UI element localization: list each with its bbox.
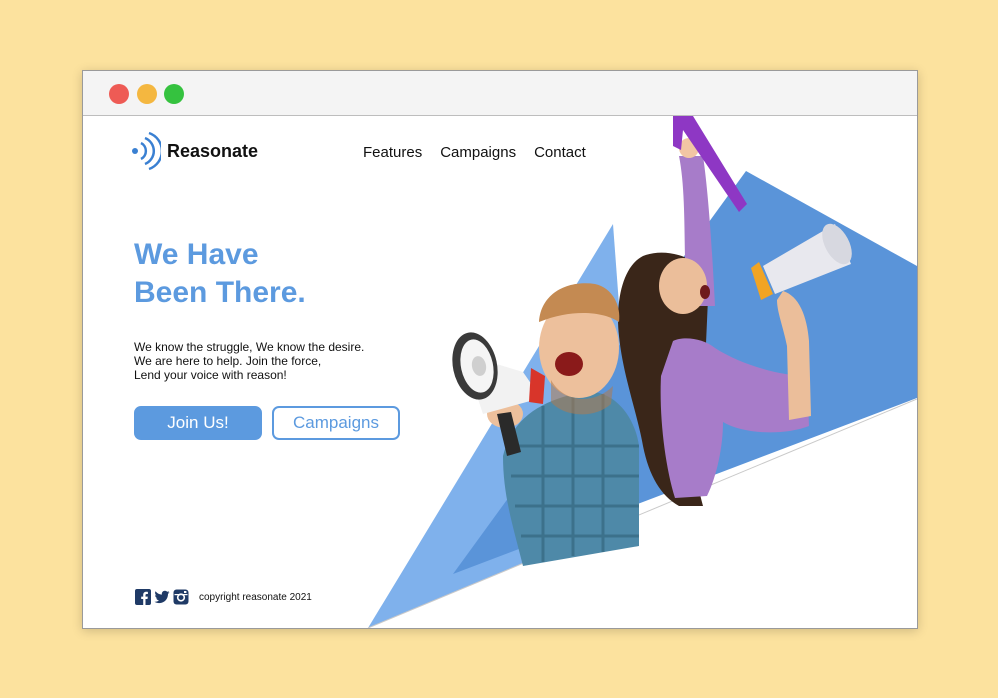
maximize-window-button[interactable] xyxy=(164,84,184,104)
join-us-button[interactable]: Join Us! xyxy=(134,406,262,440)
nav-link-features[interactable]: Features xyxy=(363,144,422,161)
tagline-line: Lend your voice with reason! xyxy=(134,368,287,382)
copyright-text: copyright reasonate 2021 xyxy=(199,592,312,603)
main-nav: Features Campaigns Contact xyxy=(363,144,586,161)
window-titlebar xyxy=(83,71,917,116)
brand-logo[interactable]: Reasonate xyxy=(131,130,258,172)
landing-page: Reasonate Features Campaigns Contact We … xyxy=(83,116,917,628)
hero-headline: We Have Been There. xyxy=(134,238,306,309)
campaigns-button[interactable]: Campaigns xyxy=(272,406,400,440)
tagline-line: We know the struggle, We know the desire… xyxy=(134,340,365,354)
brand-name: Reasonate xyxy=(167,140,259,161)
social-links xyxy=(135,589,189,605)
instagram-icon[interactable] xyxy=(173,589,189,605)
minimize-window-button[interactable] xyxy=(137,84,157,104)
nav-link-contact[interactable]: Contact xyxy=(534,144,586,161)
twitter-icon[interactable] xyxy=(154,589,170,605)
facebook-icon[interactable] xyxy=(135,589,151,605)
nav-link-campaigns[interactable]: Campaigns xyxy=(440,144,516,161)
browser-window: Reasonate Features Campaigns Contact We … xyxy=(82,70,918,629)
close-window-button[interactable] xyxy=(109,84,129,104)
sound-waves-icon xyxy=(132,131,161,171)
hero-tagline: We know the struggle, We know the desire… xyxy=(134,340,364,382)
tagline-line: We are here to help. Join the force, xyxy=(134,354,322,368)
